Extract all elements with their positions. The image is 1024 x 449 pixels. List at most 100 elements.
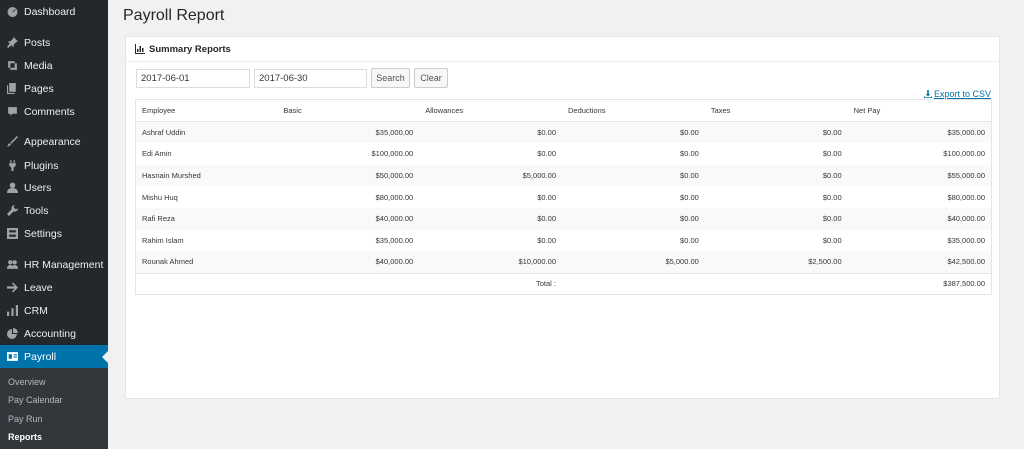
cell-taxes: $0.00 (822, 149, 842, 159)
cell-deductions: $0.00 (680, 192, 699, 202)
submenu-item-pay-run[interactable]: Pay Run (8, 414, 43, 424)
sidebar-item-hr-management[interactable]: HR Management (0, 253, 108, 276)
submenu-item-pay-calendar[interactable]: Pay Calendar (8, 395, 63, 405)
panel-header: Summary Reports (126, 37, 999, 62)
column-header-employee: Employee (135, 99, 278, 122)
sidebar-item-label: Tools (24, 204, 49, 217)
media-icon (6, 60, 18, 72)
cell-deductions: $0.00 (680, 127, 699, 137)
cell-allowances: $0.00 (537, 214, 556, 224)
cell-net-pay: $35,000.00 (947, 127, 985, 137)
wrench-icon (6, 205, 18, 217)
cell-allowances: $10,000.00 (518, 257, 556, 267)
cell-deductions: $5,000.00 (665, 257, 699, 267)
sidebar-item-dashboard[interactable]: Dashboard (0, 0, 108, 23)
cell-employee: Hasnain Murshed (142, 170, 201, 180)
download-icon (923, 90, 932, 98)
sidebar-item-label: Accounting (24, 327, 76, 340)
payroll-summary-table: Employee Basic Allowances Deductions Tax… (135, 99, 992, 296)
column-header-basic: Basic (277, 99, 420, 122)
panel-title: Summary Reports (149, 43, 231, 55)
clear-button[interactable]: Clear (414, 68, 448, 88)
payroll-submenu: Overview Pay Calendar Pay Run Reports (0, 368, 108, 449)
plugin-icon (6, 160, 18, 172)
cell-employee: Rounak Ahmed (142, 257, 194, 267)
cell-taxes: $0.00 (822, 127, 842, 137)
page-title: Payroll Report (123, 7, 225, 24)
column-header-allowances: Allowances (419, 99, 562, 122)
sidebar-item-accounting[interactable]: Accounting (0, 322, 108, 345)
export-csv-label: Export to CSV (933, 89, 991, 99)
cell-basic: $35,000.00 (375, 235, 414, 245)
submenu-item-overview[interactable]: Overview (8, 377, 46, 387)
cell-basic: $100,000.00 (371, 149, 414, 159)
sidebar-item-settings[interactable]: Settings (0, 222, 108, 245)
sidebar-item-payroll[interactable]: Payroll (0, 345, 108, 368)
sidebar-item-label: Comments (24, 105, 75, 118)
total-net-pay: $387,500.00 (847, 272, 992, 295)
cell-taxes: $0.00 (822, 170, 842, 180)
cell-taxes: $2,500.00 (808, 257, 842, 267)
cell-deductions: $0.00 (680, 214, 699, 224)
cell-employee: Ashraf Uddin (142, 127, 186, 137)
table-row: Mishu Huq $80,000.00 $0.00 $0.00 $0.00 $… (136, 186, 992, 208)
cell-deductions: $0.00 (680, 170, 699, 180)
bar-chart-icon (135, 44, 145, 54)
settings-icon (6, 228, 18, 240)
cell-basic: $35,000.00 (375, 127, 414, 137)
cell-taxes: $0.00 (822, 214, 842, 224)
cell-employee: Rafi Reza (142, 214, 175, 224)
arrow-right-icon (6, 282, 18, 294)
cell-basic: $80,000.00 (375, 192, 414, 202)
sidebar-item-media[interactable]: Media (0, 54, 108, 77)
cell-net-pay: $100,000.00 (943, 149, 985, 159)
sidebar-item-label: Settings (24, 227, 62, 240)
cell-allowances: $0.00 (537, 192, 556, 202)
table-row: Rafi Reza $40,000.00 $0.00 $0.00 $0.00 $… (135, 207, 992, 230)
cell-taxes: $0.00 (822, 235, 842, 245)
pie-chart-icon (6, 328, 18, 340)
column-header-deductions: Deductions (562, 99, 705, 122)
table-row: Rounak Ahmed $40,000.00 $10,000.00 $5,00… (135, 251, 992, 273)
cell-allowances: $5,000.00 (522, 170, 556, 180)
start-date-input[interactable]: 2017-06-01 (136, 69, 250, 88)
group-icon (6, 259, 18, 271)
sidebar-item-label: Users (24, 181, 52, 194)
table-header-row: Employee Basic Allowances Deductions Tax… (135, 99, 992, 122)
sidebar-item-plugins[interactable]: Plugins (0, 154, 108, 177)
bar-chart-icon (6, 305, 18, 317)
sidebar-item-label: Payroll (24, 350, 57, 363)
brush-icon (6, 136, 18, 148)
end-date-input[interactable]: 2017-06-30 (254, 69, 367, 88)
sidebar-item-pages[interactable]: Pages (0, 77, 108, 100)
table-row: Ashraf Uddin $35,000.00 $0.00 $0.00 $0.0… (135, 121, 992, 143)
summary-reports-panel: Summary Reports 2017-06-01 2017-06-30 Se… (125, 36, 1000, 399)
sidebar-item-tools[interactable]: Tools (0, 199, 108, 222)
search-button[interactable]: Search (371, 68, 410, 88)
sidebar-item-label: Leave (24, 281, 53, 294)
cell-taxes: $0.00 (822, 192, 842, 202)
id-card-icon (6, 351, 18, 363)
sidebar-item-crm[interactable]: CRM (0, 299, 108, 322)
pin-icon (6, 37, 18, 49)
sidebar-item-label: CRM (24, 304, 48, 317)
sidebar-item-comments[interactable]: Comments (0, 100, 108, 123)
cell-allowances: $0.00 (537, 127, 556, 137)
sidebar-item-label: Appearance (24, 135, 81, 148)
cell-employee: Edi Amin (142, 149, 172, 159)
user-icon (6, 182, 18, 194)
cell-net-pay: $35,000.00 (947, 235, 985, 245)
sidebar-item-label: Posts (24, 36, 51, 49)
cell-employee: Rahim Islam (142, 235, 184, 245)
sidebar-item-posts[interactable]: Posts (0, 31, 108, 54)
export-csv-link[interactable]: Export to CSV (923, 89, 991, 99)
sidebar-item-appearance[interactable]: Appearance (0, 130, 108, 153)
active-indicator (102, 351, 108, 363)
column-header-net-pay: Net Pay (847, 99, 992, 122)
sidebar-item-leave[interactable]: Leave (0, 276, 108, 299)
sidebar-item-users[interactable]: Users (0, 176, 108, 199)
total-label: Total : (419, 272, 562, 295)
submenu-item-reports[interactable]: Reports (8, 432, 42, 442)
sidebar-item-label: Pages (24, 82, 54, 95)
sidebar-item-label: Media (24, 59, 53, 72)
